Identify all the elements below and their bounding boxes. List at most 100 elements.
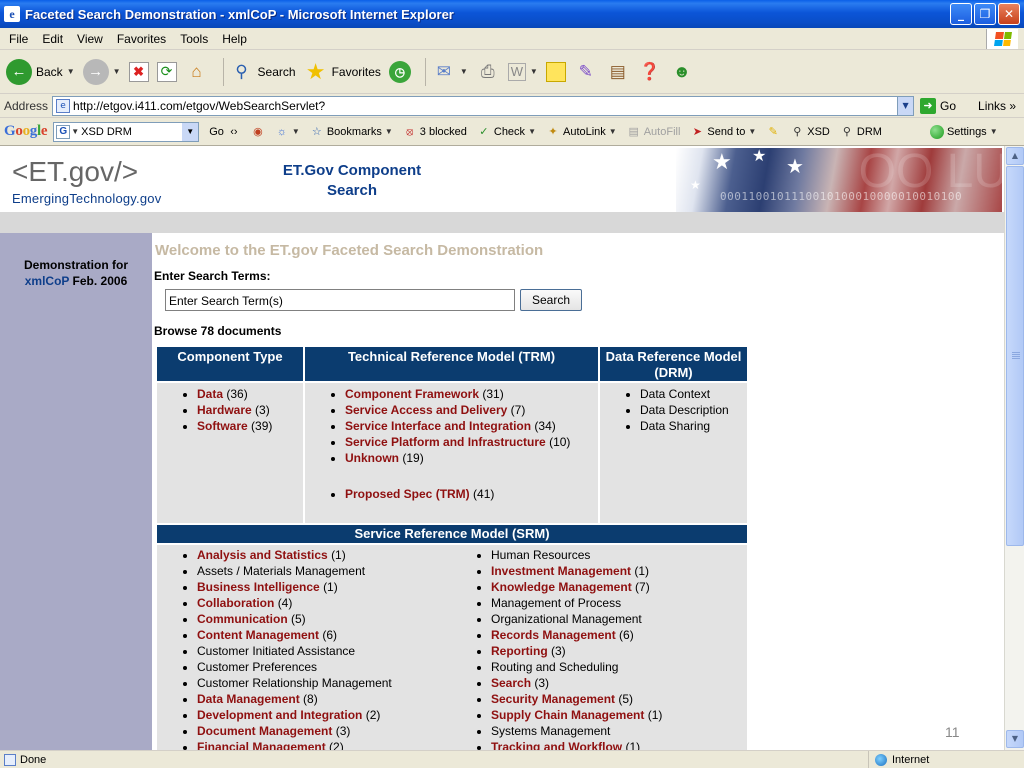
star-icon: ★ xyxy=(786,154,804,178)
facet-link[interactable]: Collaboration xyxy=(197,596,274,610)
close-button[interactable]: ✕ xyxy=(998,3,1020,25)
news-dropdown-icon[interactable]: ▼ xyxy=(292,127,300,136)
facet-link[interactable]: Service Platform and Infrastructure xyxy=(345,435,546,449)
back-dropdown-icon[interactable]: ▼ xyxy=(67,67,75,76)
facet-link[interactable]: Unknown xyxy=(345,451,399,465)
print-button[interactable]: ⎙ xyxy=(476,60,500,84)
facet-link[interactable]: Search xyxy=(491,676,531,690)
facet-link[interactable]: Development and Integration xyxy=(197,708,362,722)
facet-link[interactable]: Proposed Spec (TRM) xyxy=(345,487,470,501)
mail-dropdown-icon[interactable]: ▼ xyxy=(460,67,468,76)
home-button[interactable]: ⌂ xyxy=(185,60,209,84)
list-item: Content Management (6) xyxy=(197,627,392,643)
settings-dropdown-icon[interactable]: ▼ xyxy=(990,127,998,136)
help-button[interactable]: ❓ xyxy=(638,60,662,84)
address-url[interactable]: http://etgov.i411.com/etgov/WebSearchSer… xyxy=(73,99,897,113)
facet-count: (5) xyxy=(618,692,634,706)
google-search-field[interactable]: G ▼ XSD DRM ▼ xyxy=(53,121,200,142)
restore-button[interactable]: ❐ xyxy=(974,3,996,25)
autofill-button[interactable]: ▤ AutoFill xyxy=(627,125,681,139)
scrollbar-thumb[interactable] xyxy=(1006,166,1024,546)
refresh-button[interactable]: ⟳ xyxy=(156,61,177,82)
forward-button[interactable]: → ▼ xyxy=(82,58,121,85)
address-dropdown-icon[interactable]: ▼ xyxy=(897,96,914,115)
search-button[interactable]: ⚲ Search xyxy=(230,60,295,84)
autolink-dropdown-icon[interactable]: ▼ xyxy=(609,127,617,136)
drm-search-button[interactable]: ⚲ DRM xyxy=(840,125,882,139)
menu-help[interactable]: Help xyxy=(215,32,254,46)
history-button[interactable]: ◷ xyxy=(388,60,411,83)
search-input[interactable]: Enter Search Term(s) xyxy=(165,289,515,311)
edit-button[interactable]: W ▼ xyxy=(507,62,538,81)
facet-link[interactable]: Financial Management xyxy=(197,740,326,750)
site-logo[interactable]: <ET.gov/> xyxy=(12,156,138,188)
google-pagerank-button[interactable]: ◉ xyxy=(251,125,265,139)
facet-count: (3) xyxy=(551,644,566,658)
facet-link[interactable]: Knowledge Management xyxy=(491,580,632,594)
blocked-label: 3 blocked xyxy=(419,125,467,138)
popup-blocker-button[interactable]: ⦻ 3 blocked xyxy=(403,125,467,139)
facet-link[interactable]: Tracking and Workflow xyxy=(491,740,622,750)
links-button[interactable]: Links » xyxy=(978,99,1016,113)
mail-button[interactable]: ✉ ▼ xyxy=(432,60,468,84)
facet-link[interactable]: Component Framework xyxy=(345,387,479,401)
facet-link[interactable]: Document Management xyxy=(197,724,332,738)
facet-link[interactable]: Data Management xyxy=(197,692,300,706)
search-submit-button[interactable]: Search xyxy=(520,289,582,311)
xsd-search-button[interactable]: ⚲ XSD xyxy=(790,125,830,139)
stop-button[interactable]: ✖ xyxy=(128,61,149,82)
favorites-button[interactable]: ★ Favorites xyxy=(304,59,381,84)
facet-link[interactable]: Content Management xyxy=(197,628,319,642)
facet-link[interactable]: Communication xyxy=(197,612,288,626)
research-button[interactable]: ✎ xyxy=(574,60,598,84)
note-button[interactable] xyxy=(545,61,566,82)
google-g-icon[interactable]: G xyxy=(56,124,71,139)
facet-link[interactable]: Business Intelligence xyxy=(197,580,320,594)
google-go-button[interactable]: Go ‹› xyxy=(209,125,241,139)
bookmarks-dropdown-icon[interactable]: ▼ xyxy=(385,127,393,136)
facet-link[interactable]: Software xyxy=(197,419,248,433)
sendto-dropdown-icon[interactable]: ▼ xyxy=(748,127,756,136)
highlight-button[interactable]: ✎ xyxy=(766,125,780,139)
menu-file[interactable]: File xyxy=(0,32,35,46)
check-dropdown-icon[interactable]: ▼ xyxy=(528,127,536,136)
menu-edit[interactable]: Edit xyxy=(35,32,70,46)
menu-tools[interactable]: Tools xyxy=(173,32,215,46)
menu-view[interactable]: View xyxy=(70,32,110,46)
list-item: Proposed Spec (TRM) (41) xyxy=(345,486,598,502)
facet-link[interactable]: Data xyxy=(197,387,223,401)
facet-link[interactable]: Hardware xyxy=(197,403,252,417)
menu-favorites[interactable]: Favorites xyxy=(110,32,173,46)
facet-link[interactable]: Service Interface and Integration xyxy=(345,419,531,433)
site-logo-subtitle[interactable]: EmergingTechnology.gov xyxy=(12,191,161,206)
go-button[interactable]: ➜ Go xyxy=(920,97,956,114)
google-search-input[interactable]: XSD DRM xyxy=(79,126,182,138)
autofill-label: AutoFill xyxy=(643,125,681,138)
vertical-scrollbar[interactable]: ▲ ▼ xyxy=(1004,146,1024,750)
minimize-button[interactable]: _ xyxy=(950,3,972,25)
google-menu-dropdown-icon[interactable]: ▼ xyxy=(71,127,79,136)
address-field[interactable]: e http://etgov.i411.com/etgov/WebSearchS… xyxy=(52,95,915,116)
spellcheck-button[interactable]: ✓ Check ▼ xyxy=(477,125,536,139)
scroll-up-arrow-icon[interactable]: ▲ xyxy=(1006,147,1024,165)
facet-link[interactable]: Analysis and Statistics xyxy=(197,548,328,562)
facet-link[interactable]: Supply Chain Management xyxy=(491,708,644,722)
back-button[interactable]: ← Back ▼ xyxy=(6,58,75,85)
facet-link[interactable]: Security Management xyxy=(491,692,615,706)
edit-dropdown-icon[interactable]: ▼ xyxy=(530,67,538,76)
facet-link[interactable]: Service Access and Delivery xyxy=(345,403,507,417)
scroll-down-arrow-icon[interactable]: ▼ xyxy=(1006,730,1024,748)
google-news-button[interactable]: ☼ ▼ xyxy=(275,125,300,139)
autolink-button[interactable]: ✦ AutoLink ▼ xyxy=(546,125,617,139)
messenger-button[interactable]: ☻ xyxy=(670,60,694,84)
forward-dropdown-icon[interactable]: ▼ xyxy=(113,67,121,76)
library-button[interactable]: ▤ xyxy=(606,60,630,84)
bookmarks-button[interactable]: ☆ Bookmarks ▼ xyxy=(310,125,393,139)
facet-link[interactable]: Investment Management xyxy=(491,564,631,578)
demo-prefix: Demonstration for xyxy=(23,258,128,272)
facet-link[interactable]: Reporting xyxy=(491,644,548,658)
facet-link[interactable]: Records Management xyxy=(491,628,616,642)
sendto-button[interactable]: ➤ Send to ▼ xyxy=(690,125,756,139)
google-search-dropdown-icon[interactable]: ▼ xyxy=(182,122,199,141)
settings-button[interactable]: Settings ▼ xyxy=(929,124,998,139)
